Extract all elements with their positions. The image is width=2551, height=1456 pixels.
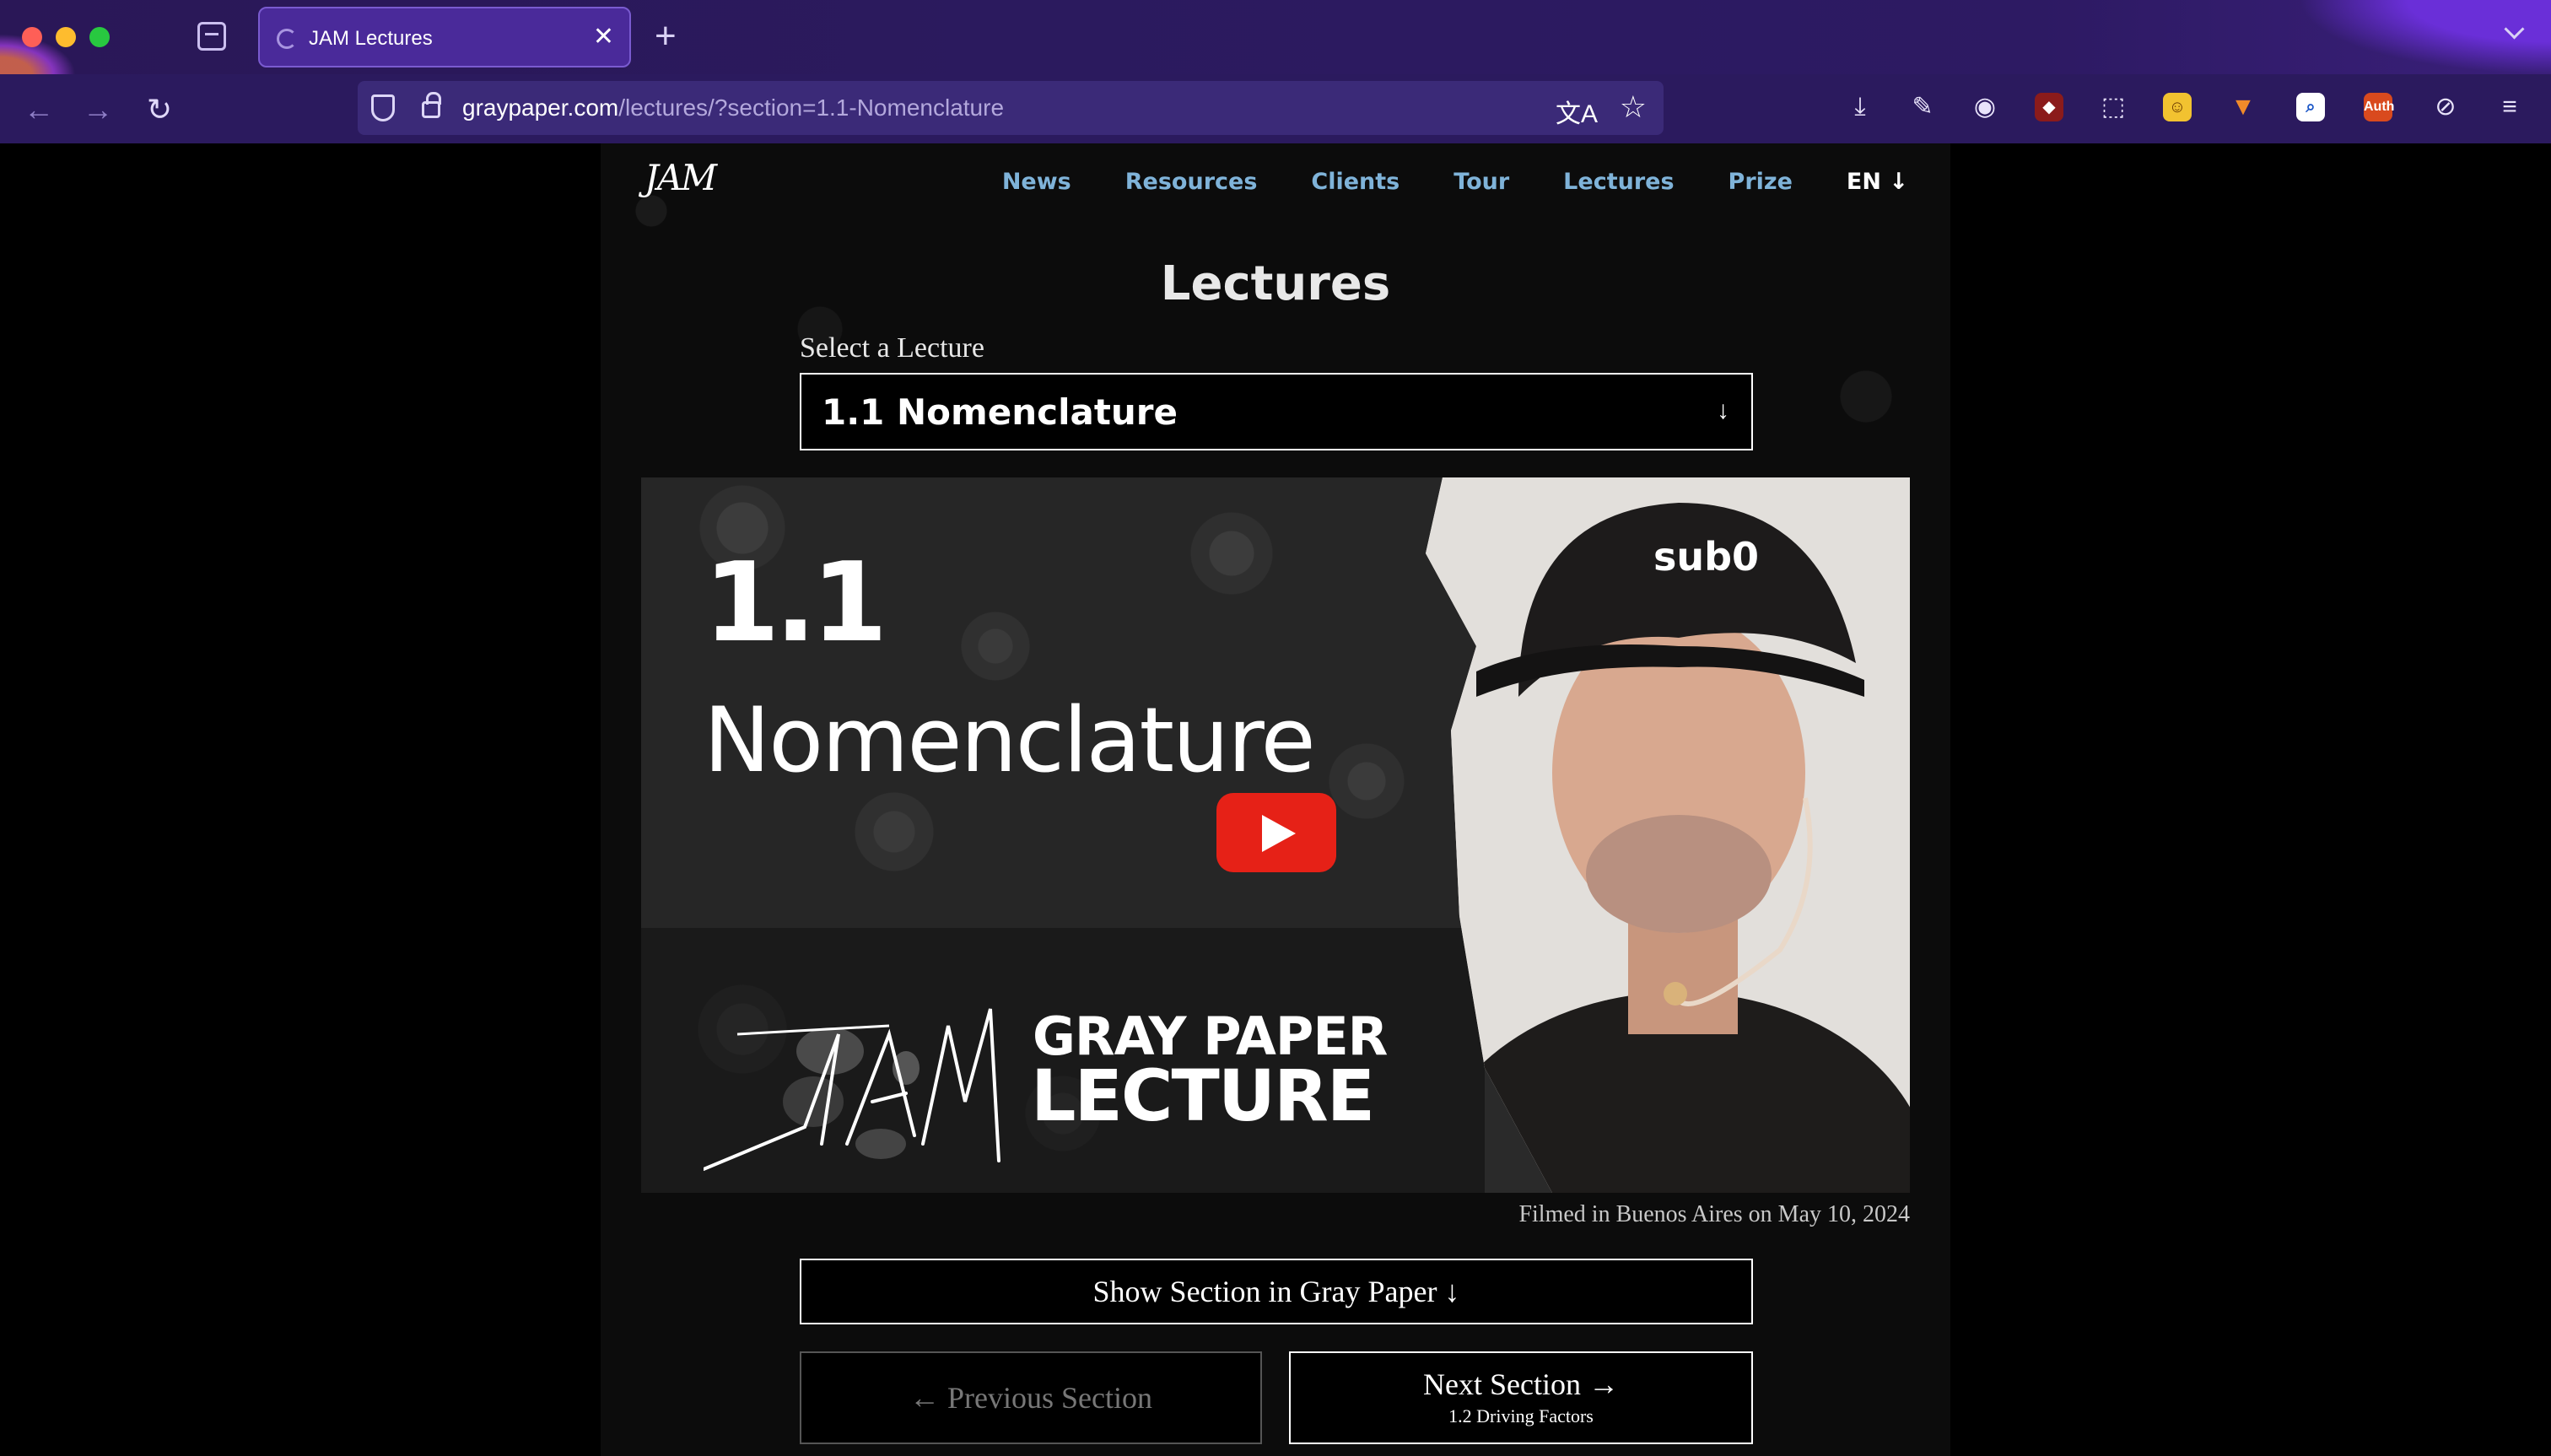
lock-icon[interactable]: [422, 92, 441, 118]
translate-icon[interactable]: 文A: [1556, 93, 1598, 130]
nav-link-clients[interactable]: Clients: [1311, 169, 1400, 195]
menu-icon[interactable]: ≡: [2495, 93, 2524, 121]
content-column: JAM News Resources Clients Tour Lectures…: [601, 143, 1950, 1456]
lecture-select-value: 1.1 Nomenclature: [822, 391, 1178, 433]
account-icon[interactable]: ◉: [1971, 93, 1999, 121]
page-title: Lectures: [1160, 256, 1391, 311]
tab-overview-icon[interactable]: [197, 22, 226, 51]
youtube-play-button[interactable]: [1216, 793, 1336, 872]
browser-tab-bar: JAM Lectures ✕ +: [0, 0, 2551, 74]
reload-button[interactable]: ↻: [147, 93, 172, 127]
previous-section-button[interactable]: ← Previous Section: [800, 1351, 1262, 1444]
site-navigation: News Resources Clients Tour Lectures Pri…: [1002, 169, 1908, 195]
web-page: JAM News Resources Clients Tour Lectures…: [0, 143, 2551, 1456]
download-icon[interactable]: ⤓: [1846, 93, 1874, 121]
extension-face-icon[interactable]: ☺: [2163, 93, 2192, 121]
cap-logo-text: sub0: [1653, 534, 1759, 580]
wrench-icon[interactable]: ✎: [1908, 93, 1937, 121]
back-button[interactable]: ←: [24, 93, 54, 127]
video-thumbnail[interactable]: 1.1 Nomenclature GRAY PAPER LECTURE sub0: [641, 477, 1910, 1193]
video-section-number: 1.1: [704, 538, 887, 666]
nav-link-lectures[interactable]: Lectures: [1563, 169, 1674, 195]
loading-favicon-icon: [277, 29, 297, 49]
next-section-subtitle: 1.2 Driving Factors: [1448, 1405, 1594, 1426]
bookmark-star-icon[interactable]: ☆: [1620, 89, 1647, 125]
tracking-icon[interactable]: ⊘: [2431, 93, 2460, 121]
close-window-button[interactable]: [22, 27, 42, 47]
ublock-icon[interactable]: ◆: [2035, 93, 2063, 121]
tab-title: JAM Lectures: [309, 27, 433, 50]
nav-link-news[interactable]: News: [1002, 169, 1071, 195]
site-logo[interactable]: JAM: [644, 157, 717, 198]
address-bar[interactable]: graypaper.com/lectures/?section=1.1-Nome…: [358, 81, 1664, 135]
maximize-window-button[interactable]: [89, 27, 110, 47]
auth-badge-label: Auth: [2364, 100, 2395, 114]
jam-logo-icon: [704, 1008, 1000, 1171]
lecture-select-label: Select a Lecture: [800, 332, 984, 364]
next-section-label: Next Section →: [1423, 1367, 1619, 1401]
arrow-down-icon: ↓: [1717, 396, 1729, 424]
lecture-select[interactable]: 1.1 Nomenclature ↓: [800, 373, 1753, 450]
url-domain: graypaper.com: [462, 94, 619, 121]
nav-link-resources[interactable]: Resources: [1125, 169, 1258, 195]
extensions-icon[interactable]: ⬚: [2099, 93, 2128, 121]
forward-button[interactable]: →: [83, 93, 113, 127]
url-path: /lectures/?section=1.1-Nomenclature: [618, 94, 1005, 121]
language-selector[interactable]: EN ↓: [1847, 169, 1908, 195]
show-section-button[interactable]: Show Section in Gray Paper ↓: [800, 1259, 1753, 1324]
url-text[interactable]: graypaper.com/lectures/?section=1.1-Nome…: [462, 94, 1004, 121]
shield-icon[interactable]: [371, 94, 395, 121]
filmed-location-caption: Filmed in Buenos Aires on May 10, 2024: [1518, 1201, 1910, 1227]
close-tab-icon[interactable]: ✕: [593, 24, 614, 51]
chevron-down-icon[interactable]: [2504, 20, 2526, 42]
next-section-button[interactable]: Next Section → 1.2 Driving Factors: [1289, 1351, 1753, 1444]
brand-line-2: LECTURE: [1031, 1054, 1375, 1137]
minimize-window-button[interactable]: [56, 27, 76, 47]
speaker-photo: sub0: [1426, 477, 1910, 1193]
metamask-icon[interactable]: ▼: [2229, 93, 2257, 121]
authenticator-icon[interactable]: Auth: [2364, 93, 2395, 121]
nav-link-prize[interactable]: Prize: [1729, 169, 1793, 195]
tab-jam-lectures[interactable]: JAM Lectures ✕: [258, 7, 631, 67]
video-section-name: Nomenclature: [704, 688, 1316, 792]
new-tab-button[interactable]: +: [655, 15, 677, 57]
nav-link-tour[interactable]: Tour: [1453, 169, 1509, 195]
search-extension-icon[interactable]: ⌕: [2296, 93, 2325, 121]
